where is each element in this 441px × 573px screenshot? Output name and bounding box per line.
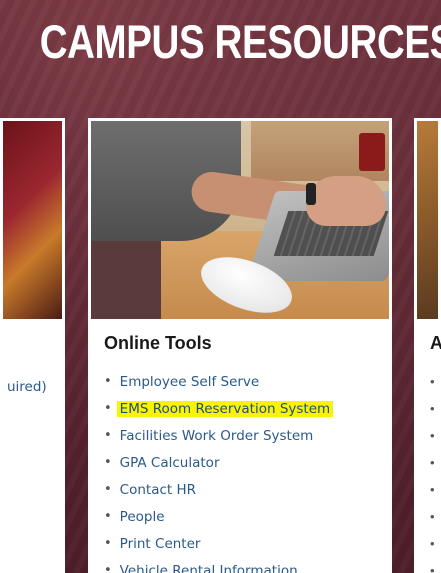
right-resource-card: A • • • • • • • •	[414, 118, 441, 573]
print-center-link[interactable]: Print Center	[120, 536, 201, 552]
list-item: • Employee Self Serve	[104, 368, 376, 395]
list-item: • EMS Room Reservation System	[104, 395, 376, 422]
online-tools-heading: Online Tools	[104, 333, 212, 353]
online-tools-list: • Employee Self Serve • EMS Room Reserva…	[104, 368, 376, 573]
photo-hand	[306, 176, 386, 226]
bullet-icon: •	[430, 482, 435, 497]
photo-watch	[306, 183, 316, 205]
left-card-partial-text[interactable]: uired)	[7, 379, 62, 395]
bullet-icon: •	[104, 509, 112, 524]
bullet-icon: •	[104, 428, 112, 443]
bullet-icon: •	[430, 536, 435, 551]
bullet-icon: •	[430, 563, 435, 573]
contact-hr-link[interactable]: Contact HR	[120, 482, 196, 498]
bullet-icon: •	[430, 428, 435, 443]
bullet-icon: •	[104, 563, 112, 573]
list-item: • Print Center	[104, 530, 376, 557]
facilities-work-order-link[interactable]: Facilities Work Order System	[120, 428, 314, 444]
bullet-icon: •	[104, 482, 112, 497]
bullet-icon: •	[104, 374, 112, 389]
right-card-photo	[417, 121, 438, 319]
photo-mug	[359, 133, 385, 171]
photo-pants	[91, 241, 161, 319]
list-item: • GPA Calculator	[104, 449, 376, 476]
list-item: • Facilities Work Order System	[104, 422, 376, 449]
bullet-icon: •	[430, 374, 435, 389]
bullet-icon: •	[104, 455, 112, 470]
ems-room-reservation-link[interactable]: EMS Room Reservation System	[116, 400, 334, 417]
bullet-icon: •	[430, 455, 435, 470]
bullet-icon: •	[430, 509, 435, 524]
employee-self-serve-link[interactable]: Employee Self Serve	[120, 374, 260, 390]
online-tools-card: Online Tools • Employee Self Serve • EMS…	[88, 118, 392, 573]
vehicle-rental-link[interactable]: Vehicle Rental Information	[120, 563, 298, 573]
gpa-calculator-link[interactable]: GPA Calculator	[120, 455, 220, 471]
left-card-photo	[3, 121, 62, 319]
right-card-heading: A	[430, 333, 441, 353]
people-link[interactable]: People	[120, 509, 165, 525]
right-card-list: • • • • • • • •	[430, 368, 438, 573]
list-item: • Contact HR	[104, 476, 376, 503]
online-tools-photo	[91, 121, 389, 319]
bullet-icon: •	[430, 401, 435, 416]
left-resource-card: uired)	[0, 118, 65, 573]
bullet-icon: •	[104, 536, 112, 551]
bullet-icon: •	[104, 401, 112, 416]
page-title: CAMPUS RESOURCES	[39, 15, 441, 68]
list-item: • People	[104, 503, 376, 530]
list-item: • Vehicle Rental Information	[104, 557, 376, 573]
